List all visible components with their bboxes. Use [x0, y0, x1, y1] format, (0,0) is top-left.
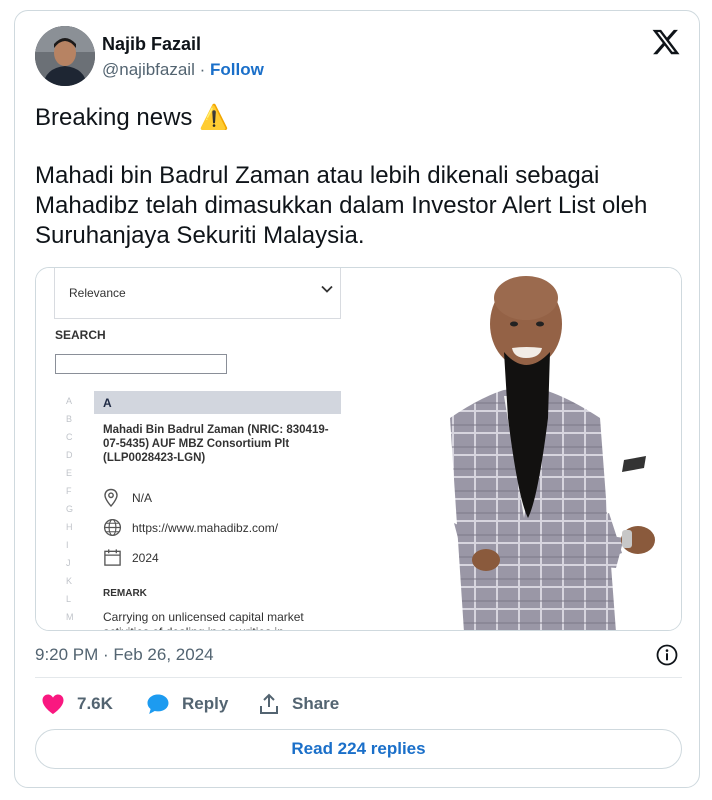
handle-row: @najibfazail · Follow — [102, 60, 264, 80]
share-label: Share — [292, 694, 340, 713]
alphabet-letter: D — [66, 450, 73, 460]
heart-icon — [42, 694, 64, 714]
alphabet-letter: G — [66, 504, 74, 514]
alphabet-letter: A — [66, 396, 73, 406]
address-value: N/A — [132, 491, 153, 505]
year-value: 2024 — [132, 551, 159, 565]
sort-select-value: Relevance — [69, 286, 126, 300]
search-label: SEARCH — [55, 328, 106, 342]
author-handle[interactable]: @najibfazail — [102, 60, 195, 79]
share-button[interactable]: Share — [258, 691, 339, 717]
info-icon[interactable] — [655, 643, 679, 667]
like-button[interactable]: 7.6K — [41, 691, 113, 717]
alphabet-letter: I — [66, 540, 69, 550]
warning-emoji-icon: ⚠️ — [199, 104, 229, 131]
share-upload-icon — [260, 693, 278, 714]
divider — [35, 677, 682, 678]
globe-icon — [103, 518, 122, 537]
section-letter: A — [103, 396, 112, 410]
tweet-headline: Breaking news — [35, 104, 200, 131]
reply-label: Reply — [182, 694, 229, 713]
person-photo — [354, 268, 681, 630]
remark-heading: REMARK — [103, 588, 147, 599]
tweet-media[interactable]: Relevance SEARCH ABCDEFGHIJKLM A Mahadi … — [35, 267, 682, 631]
section-header: A — [94, 391, 341, 414]
follow-button[interactable]: Follow — [210, 60, 264, 79]
alphabet-letter: L — [66, 594, 72, 604]
calendar-icon — [104, 549, 121, 566]
timestamp[interactable]: 9:20 PM · Feb 26, 2024 — [35, 645, 214, 665]
tweet-text: Breaking news ⚠️ Mahadi bin Badrul Zaman… — [35, 103, 685, 251]
avatar[interactable] — [35, 26, 95, 86]
like-count: 7.6K — [77, 694, 113, 713]
alphabet-letter: E — [66, 468, 73, 478]
website-value: https://www.mahadibz.com/ — [132, 521, 279, 535]
alphabet-letter: C — [66, 432, 73, 442]
reply-button[interactable]: Reply — [146, 691, 228, 717]
tweet-body: Mahadi bin Badrul Zaman atau lebih diken… — [35, 162, 648, 249]
alert-list-document: Relevance SEARCH ABCDEFGHIJKLM A Mahadi … — [36, 268, 354, 630]
alphabet-letter: H — [66, 522, 73, 532]
tweet-card: Najib Fazail @najibfazail · Follow Break… — [14, 10, 700, 788]
alphabet-letter: M — [66, 612, 74, 622]
search-input — [55, 354, 227, 374]
speech-bubble-icon — [147, 694, 169, 714]
sort-select: Relevance — [54, 268, 341, 319]
alphabet-index: ABCDEFGHIJKLM — [66, 392, 76, 626]
alphabet-letter: J — [66, 558, 71, 568]
chevron-down-icon — [321, 285, 333, 293]
location-pin-icon — [104, 488, 118, 508]
alphabet-letter: K — [66, 576, 73, 586]
entry-title: Mahadi Bin Badrul Zaman (NRIC: 830419-07… — [103, 424, 329, 464]
x-logo-icon[interactable] — [651, 27, 681, 57]
handle-separator: · — [194, 60, 210, 79]
read-replies-button[interactable]: Read 224 replies — [35, 729, 682, 769]
author-name[interactable]: Najib Fazail — [102, 34, 201, 55]
alphabet-letter: F — [66, 486, 72, 496]
remark-text: Carrying on unlicensed capital market ac… — [103, 610, 304, 630]
alphabet-letter: B — [66, 414, 73, 424]
